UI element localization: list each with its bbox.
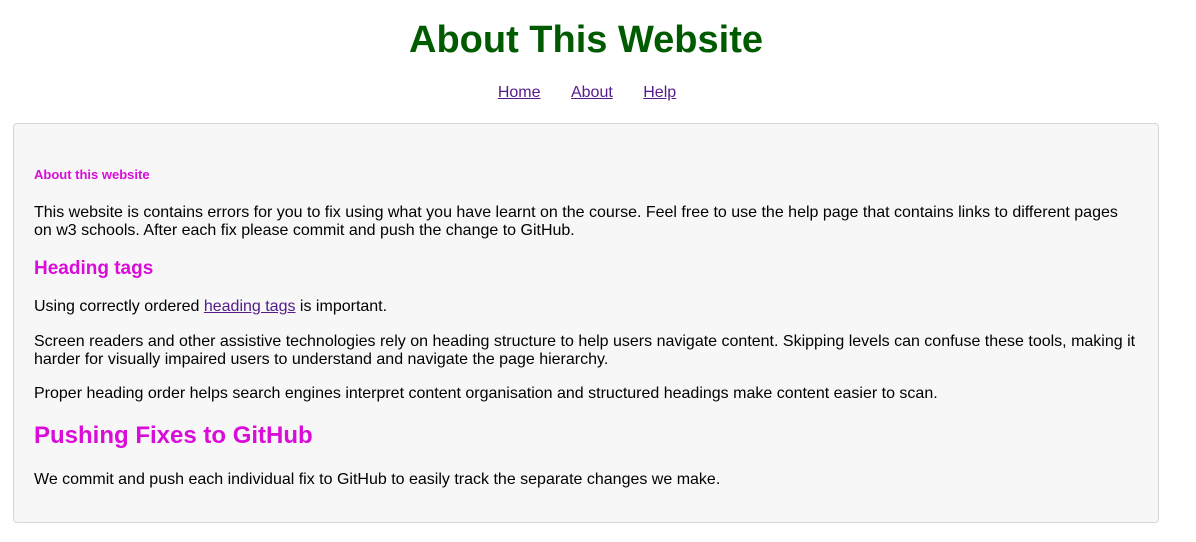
github-paragraph: We commit and push each individual fix t… [34,471,721,488]
main-nav: Home About Help [0,83,1174,103]
page-title: About This Website [409,19,763,61]
section-heading: About this website [34,167,150,182]
heading-tags-p1-text-before: Using correctly ordered [34,298,204,315]
heading-tags-title: Heading tags [34,258,154,279]
heading-tags-paragraph-2: Screen readers and other assistive techn… [34,333,1136,368]
heading-tags-paragraph-1: Using correctly ordered heading tags is … [34,298,1140,316]
nav-link-home[interactable]: Home [498,84,541,101]
nav-link-help[interactable]: Help [643,84,676,101]
nav-link-about[interactable]: About [571,84,613,101]
content-card: About this website This website is conta… [13,123,1159,523]
heading-tags-paragraph-3: Proper heading order helps search engine… [34,385,938,402]
heading-tags-p1-text-after: is important. [295,298,388,315]
github-title: Pushing Fixes to GitHub [34,422,313,449]
intro-paragraph: This website is contains errors for you … [34,204,1118,239]
heading-tags-link[interactable]: heading tags [204,298,296,315]
